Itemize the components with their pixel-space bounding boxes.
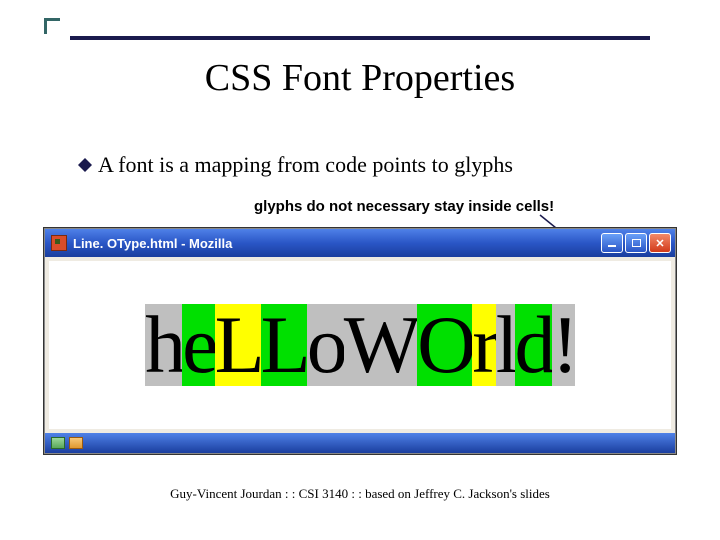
status-indicator-icon: [51, 437, 65, 449]
bullet-row: A font is a mapping from code points to …: [78, 152, 513, 178]
glyph-display: heLLo WOrld!: [145, 304, 575, 386]
browser-content: heLLo WOrld!: [49, 261, 671, 429]
glyph-cell: L: [215, 304, 261, 386]
minimize-button[interactable]: [601, 233, 623, 253]
titlebar: Line. OType.html - Mozilla ✕: [45, 229, 675, 257]
mozilla-app-icon: [51, 235, 67, 251]
glyph-cell: !: [552, 304, 575, 386]
glyph-cell: h: [145, 304, 182, 386]
status-indicator-icon: [69, 437, 83, 449]
glyph-cell: W: [344, 304, 417, 386]
title-rule: [70, 36, 650, 40]
glyph-cell: o: [307, 304, 344, 386]
statusbar: [45, 433, 675, 453]
annotation-text: glyphs do not necessary stay inside cell…: [254, 198, 554, 215]
glyph-cell: d: [515, 304, 552, 386]
slide-title: CSS Font Properties: [0, 56, 720, 100]
window-title: Line. OType.html - Mozilla: [73, 236, 601, 251]
window-controls: ✕: [601, 233, 671, 253]
glyph-cell: e: [182, 304, 214, 386]
diamond-bullet-icon: [78, 158, 92, 172]
bullet-text: A font is a mapping from code points to …: [98, 152, 513, 178]
glyph-cell: O: [417, 304, 472, 386]
maximize-button[interactable]: [625, 233, 647, 253]
close-button[interactable]: ✕: [649, 233, 671, 253]
slide-footer: Guy-Vincent Jourdan : : CSI 3140 : : bas…: [0, 486, 720, 502]
glyph-cell: r: [472, 304, 495, 386]
glyph-cell: l: [496, 304, 515, 386]
browser-window: Line. OType.html - Mozilla ✕ heLLo WOrld…: [44, 228, 676, 454]
glyph-cell: L: [261, 304, 307, 386]
